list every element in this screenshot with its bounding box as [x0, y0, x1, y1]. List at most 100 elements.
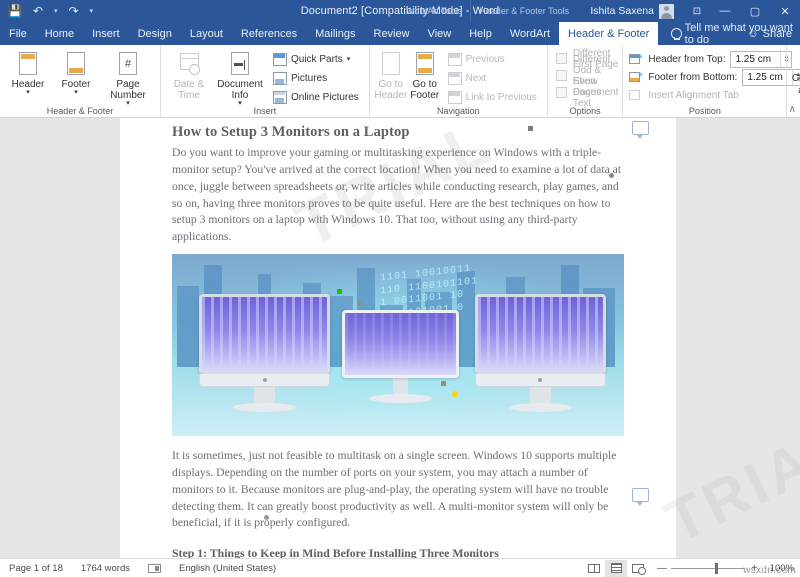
tab-header-and-footer[interactable]: Header & Footer: [559, 22, 659, 45]
comment-icon[interactable]: [632, 121, 649, 139]
page-indicator[interactable]: Page 1 of 18: [0, 563, 72, 574]
online-pictures-icon: [273, 90, 287, 104]
previous-label: Previous: [465, 53, 505, 65]
insert-alignment-tab-button[interactable]: Insert Alignment Tab: [629, 86, 739, 104]
tab-review[interactable]: Review: [365, 22, 419, 45]
tab-help[interactable]: Help: [460, 22, 501, 45]
checkbox-icon: [555, 70, 567, 81]
shape-adjust-handle[interactable]: [357, 301, 363, 307]
next-label: Next: [465, 72, 487, 84]
view-web-layout-button[interactable]: [627, 560, 649, 577]
go-to-header-button[interactable]: Go to Header: [374, 48, 408, 101]
avatar[interactable]: [659, 3, 674, 19]
link-to-previous-label: Link to Previous: [465, 91, 537, 103]
go-to-footer-button[interactable]: Go to Footer: [408, 48, 442, 101]
previous-icon: [447, 52, 462, 66]
tab-insert[interactable]: Insert: [83, 22, 129, 45]
link-to-previous-icon: [447, 90, 462, 104]
view-read-mode-button[interactable]: [583, 560, 605, 577]
monitor-left: [199, 294, 331, 413]
save-icon[interactable]: 💾: [8, 4, 23, 18]
header-from-top-input[interactable]: 1.25 cm ▴ ▾: [730, 51, 793, 69]
body-paragraph-1: Do you want to improve your gaming or mu…: [172, 146, 622, 244]
document-info-label: Document Info: [217, 79, 263, 101]
document-page[interactable]: TRIAL TRIAL How to Setup 3 Monitors on a…: [120, 118, 800, 558]
collapse-ribbon-icon[interactable]: ∧: [789, 104, 796, 115]
ribbon-group-navigation: Go to Header Go to Footer Previous Next: [368, 45, 547, 117]
close-header-and-footer-button[interactable]: ✕ Close Header and Footer: [791, 48, 800, 96]
print-layout-icon: [610, 563, 622, 573]
close-button[interactable]: ✕: [770, 0, 800, 22]
proofing-status[interactable]: [139, 563, 170, 573]
footer-dropdown-icon[interactable]: ▾: [74, 89, 78, 97]
pictures-icon: [273, 71, 287, 85]
header-from-top-label: Header from Top:: [648, 54, 726, 66]
minimize-button[interactable]: —: [710, 0, 740, 22]
navigation-small-buttons: Previous Next Link to Previous: [442, 48, 543, 105]
ribbon-group-position: ✳ Header from Top: 1.25 cm ▴ ▾ ✳ Footer f…: [622, 45, 800, 117]
quick-parts-button[interactable]: Quick Parts ▾: [270, 51, 362, 67]
word-window: 💾 ↶ ▾ ↷ ▾ Document2 [Compatibility Mode]…: [0, 0, 800, 577]
zoom-out-button[interactable]: —: [657, 563, 667, 574]
tab-home[interactable]: Home: [36, 22, 83, 45]
tab-wordart[interactable]: WordArt: [501, 22, 559, 45]
view-print-layout-button[interactable]: [605, 559, 627, 577]
object-anchor-dot[interactable]: [609, 173, 614, 178]
ribbon-group-header-footer: Header ▾ Footer ▾ # Page Number ▾ Header…: [0, 45, 160, 117]
document-canvas[interactable]: TRIAL TRIAL How to Setup 3 Monitors on a…: [0, 118, 800, 558]
previous-button[interactable]: Previous: [445, 51, 540, 67]
tab-design[interactable]: Design: [129, 22, 181, 45]
tab-mailings[interactable]: Mailings: [306, 22, 364, 45]
pictures-button[interactable]: Pictures: [270, 70, 362, 86]
footer-icon: [64, 51, 88, 77]
shape-yellow-handle[interactable]: [452, 390, 459, 397]
shape-adjust-handle[interactable]: [440, 381, 446, 387]
quick-parts-dropdown-icon[interactable]: ▾: [347, 55, 351, 63]
tab-references[interactable]: References: [232, 22, 306, 45]
object-anchor-handle[interactable]: [528, 126, 533, 131]
header-button[interactable]: Header ▾: [4, 48, 52, 97]
page-number-button[interactable]: # Page Number ▾: [100, 48, 156, 108]
user-account-name[interactable]: Ishita Saxena: [590, 5, 659, 17]
link-to-previous-button[interactable]: Link to Previous: [445, 89, 540, 105]
tab-layout[interactable]: Layout: [181, 22, 232, 45]
ribbon-display-options-icon[interactable]: ⊡: [684, 0, 710, 22]
trial-watermark-secondary: TRIAL: [655, 409, 800, 556]
share-button[interactable]: ☺ Share: [747, 22, 792, 45]
go-to-footer-icon: [413, 51, 437, 77]
undo-icon[interactable]: ↶: [31, 4, 45, 18]
show-document-text-checkbox[interactable]: Show Document Text: [555, 76, 618, 109]
online-pictures-button[interactable]: Online Pictures: [270, 89, 362, 105]
customize-quick-access-icon[interactable]: ▾: [90, 7, 94, 15]
read-mode-icon: [588, 563, 600, 573]
undo-dropdown-icon[interactable]: ▾: [54, 7, 58, 15]
ribbon-group-options: Different First Page Different Odd & Eve…: [546, 45, 623, 117]
tab-file[interactable]: File: [0, 22, 36, 45]
footer-from-bottom-value: 1.25 cm: [747, 72, 783, 83]
ribbon: Header ▾ Footer ▾ # Page Number ▾ Header…: [0, 45, 800, 118]
ribbon-group-label-navigation: Navigation: [437, 106, 480, 116]
tab-view[interactable]: View: [419, 22, 461, 45]
go-to-header-icon: [379, 51, 403, 77]
next-button[interactable]: Next: [445, 70, 540, 86]
header-from-top-value: 1.25 cm: [735, 54, 772, 66]
monitors-image[interactable]: 1101 10010011 110 1100101101 1 0011001 1…: [172, 254, 624, 437]
proofing-errors-icon: [148, 563, 162, 573]
document-info-icon: [228, 51, 252, 77]
restore-button[interactable]: ▢: [740, 0, 770, 22]
header-dropdown-icon[interactable]: ▾: [26, 89, 30, 97]
document-info-button[interactable]: Document Info ▾: [213, 48, 267, 108]
footer-button[interactable]: Footer ▾: [52, 48, 100, 97]
ribbon-group-insert: Date & Time Document Info ▾ Quick Parts: [160, 45, 369, 117]
date-time-icon: [177, 51, 201, 77]
section-subheading: Step 1: Things to Keep in Mind Before In…: [172, 546, 499, 558]
language-indicator[interactable]: English (United States): [170, 563, 285, 574]
zoom-slider[interactable]: [671, 562, 745, 574]
go-to-header-label: Go to Header: [374, 79, 408, 101]
comment-icon[interactable]: [632, 488, 649, 506]
zoom-slider-thumb[interactable]: [715, 562, 718, 574]
shape-rotate-handle[interactable]: [336, 288, 342, 294]
redo-icon[interactable]: ↷: [67, 4, 81, 18]
date-and-time-button[interactable]: Date & Time: [165, 48, 213, 101]
word-count[interactable]: 1764 words: [72, 563, 139, 574]
